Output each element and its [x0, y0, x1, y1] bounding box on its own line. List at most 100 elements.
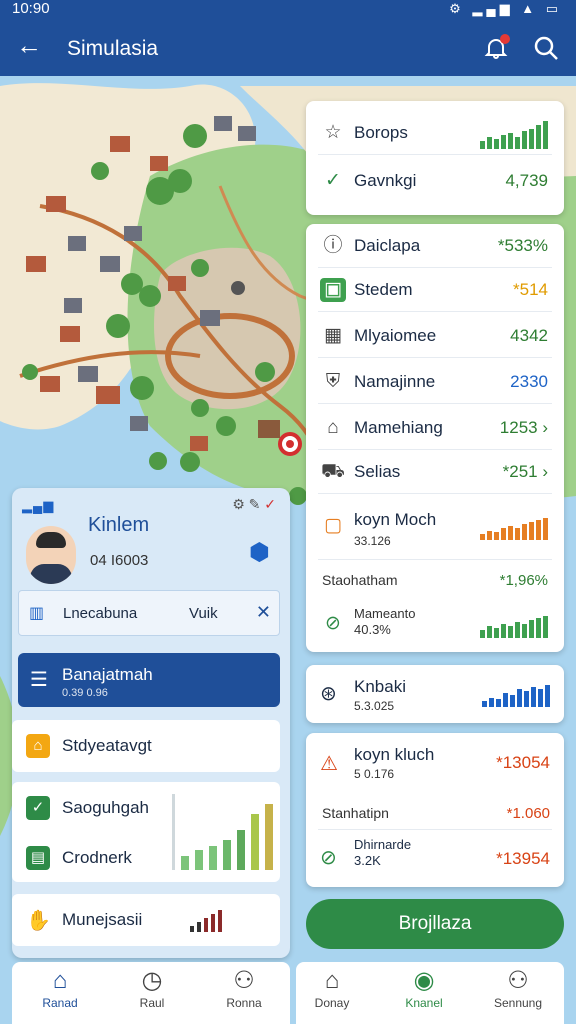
cube-icon[interactable]: ⬢	[249, 538, 270, 567]
nav-item-clock[interactable]: ◷ Raul	[122, 966, 182, 1010]
list-item[interactable]: ▦ Mlyaiomee 4342	[318, 314, 552, 358]
stats-list-card: ⓘ Daiclapa *533% ▣ Stedem *514 ▦ Mlyaiom…	[306, 224, 564, 652]
grid-icon: ▦	[324, 325, 342, 346]
item-label: Mamehiang	[354, 418, 443, 437]
shield-icon: ⛨	[325, 371, 341, 392]
item-label: Selias	[354, 462, 401, 481]
nav-item-home[interactable]: ⌂ Ranad	[30, 966, 90, 1010]
primary-action-button[interactable]: Brojllaza	[306, 899, 564, 949]
item-label: Knbaki	[354, 677, 406, 696]
menu-bar-chart	[172, 794, 273, 870]
item-label: koyn kluch	[354, 745, 435, 764]
clock-icon: ◷	[141, 967, 163, 994]
list-icon: ☰	[30, 669, 48, 691]
item-label: Dhirnarde	[354, 837, 412, 852]
profile-sub: 04 I6003	[90, 552, 149, 569]
notifications-button[interactable]	[482, 34, 510, 62]
star-icon: ☆	[324, 122, 342, 143]
item-value: 4342	[510, 326, 548, 345]
menu-item-active[interactable]: ☰ Banajatmah 0.39 0.96	[18, 653, 280, 707]
item-label: Borops	[354, 123, 408, 142]
avatar[interactable]	[26, 526, 76, 584]
list-item[interactable]: ☆ Borops	[318, 111, 552, 155]
menu-item[interactable]: ⌂ Stdyeatavgt	[12, 720, 280, 772]
item-value: 2330	[510, 372, 548, 391]
nav-label: Ronna	[226, 996, 262, 1010]
search-icon	[534, 36, 558, 60]
alert-icon: ⚠	[320, 753, 338, 775]
blue-stat-card[interactable]: ⊛ Knbaki 5.3.025	[306, 665, 564, 723]
item-label: koyn Moch	[354, 510, 437, 529]
status-bar: 10:90 ⚙ ▂▄▆ ▲ ▭	[0, 0, 576, 18]
stats-top-card: ☆ Borops ✓ Gavnkgi 4,739	[306, 101, 564, 215]
bottom-nav-right: ⌂ Donay ◉ Knanel ⚇ Sennung	[296, 962, 564, 1024]
status-time: 10:90	[12, 0, 50, 17]
hand-icon: ✋	[26, 910, 51, 932]
red-stat-card[interactable]: ⚠ koyn kluch 5 0.176 *13054 Stanhatipn *…	[306, 733, 564, 887]
item-sub: 40.3%	[354, 622, 391, 637]
profile-row[interactable]: ▥ Lnecabuna Vuik ✕	[18, 590, 280, 636]
back-arrow-icon[interactable]: ←	[16, 32, 42, 58]
leaf-icon: ⊘	[325, 613, 341, 634]
list-item[interactable]: ✓ Gavnkgi 4,739	[318, 159, 552, 203]
nav-item-channel[interactable]: ◉ Knanel	[394, 966, 454, 1010]
item-value: *533%	[497, 236, 548, 255]
menu-item-label: Munejsasii	[62, 910, 143, 929]
nav-label: Ranad	[42, 996, 78, 1010]
list-item[interactable]: ⓘ Daiclapa *533%	[318, 224, 552, 268]
nav-item-profile[interactable]: ⚇ Ronna	[214, 966, 274, 1010]
app-title: Simulasia	[67, 37, 159, 60]
clock-icon: ⊛	[320, 683, 337, 705]
item-sub: 33.126	[354, 534, 391, 548]
profile-name: Kinlem	[88, 514, 150, 536]
list-item[interactable]: ▣ Stedem *514	[318, 268, 552, 312]
list-item[interactable]: ⛨ Namajinne 2330	[318, 360, 552, 404]
menu-item-label: Stdyeatavgt	[62, 736, 152, 755]
status-icons: ⚙ ▂▄▆ ▲ ▭	[449, 1, 562, 16]
nav-label: Donay	[314, 996, 350, 1010]
mini-bar-chart	[480, 121, 548, 149]
list-item[interactable]: ⛟ Selias *251 ›	[318, 450, 552, 494]
nav-item-settings[interactable]: ⚇ Sennung	[488, 966, 548, 1010]
close-icon[interactable]: ✕	[256, 602, 271, 623]
item-label: Gavnkgi	[354, 171, 417, 190]
check-circle-icon: ✓	[325, 170, 341, 191]
mini-bar-chart	[480, 616, 548, 638]
car-icon: ⛟	[321, 461, 345, 482]
item-value: *13954	[496, 849, 550, 868]
item-sub: 5 0.176	[354, 767, 395, 781]
list-item[interactable]: ⌂ Mamehiang 1253 ›	[318, 406, 552, 450]
item-value: 4,739	[505, 171, 548, 190]
search-button[interactable]	[532, 34, 560, 62]
user-icon: ⚇	[233, 967, 255, 994]
bottom-nav-left: ⌂ Ranad ◷ Raul ⚇ Ronna	[12, 962, 290, 1024]
item-label: Daiclapa	[354, 236, 421, 255]
menu-item[interactable]: ✋ Munejsasii	[12, 894, 280, 946]
section-label: Stanhatipn	[322, 805, 389, 821]
home-icon: ⌂	[327, 417, 339, 438]
notification-dot	[500, 34, 510, 44]
nav-label: Knanel	[405, 996, 443, 1010]
menu-item-sub: 0.39 0.96	[62, 687, 108, 699]
info-icon: ⓘ	[323, 235, 343, 256]
section-label: Staohatham	[322, 572, 398, 588]
panel-actions-icon[interactable]: ⚙ ✎ ✓	[232, 496, 276, 513]
app-header: 10:90 ⚙ ▂▄▆ ▲ ▭ ← Simulasia	[0, 0, 576, 76]
nav-item-home[interactable]: ⌂ Donay	[302, 966, 362, 1010]
list-item[interactable]: ⊘ Mameanto 40.3%	[318, 600, 552, 650]
leaf-icon: ⊘	[320, 847, 337, 869]
briefcase-icon: ▢	[324, 515, 342, 536]
list-item[interactable]: ▢ koyn Moch 33.126	[318, 500, 552, 560]
mini-bar-chart	[480, 518, 548, 540]
circle-icon: ◉	[413, 967, 435, 994]
profile-row-label: Lnecabuna	[63, 605, 138, 622]
profile-row-value: Vuik	[189, 605, 218, 622]
menu-item-label: Banajatmah	[62, 665, 153, 684]
item-sub: 3.2K	[354, 853, 381, 868]
menu-item[interactable]: ✓ Saoguhgah ▤ Crodnerk	[12, 782, 280, 882]
briefcase-icon: ▤	[26, 846, 50, 870]
mini-bar-chart	[190, 910, 222, 932]
home-icon: ⌂	[52, 967, 68, 994]
item-label: Stedem	[354, 280, 413, 299]
nav-label: Sennung	[493, 996, 543, 1010]
